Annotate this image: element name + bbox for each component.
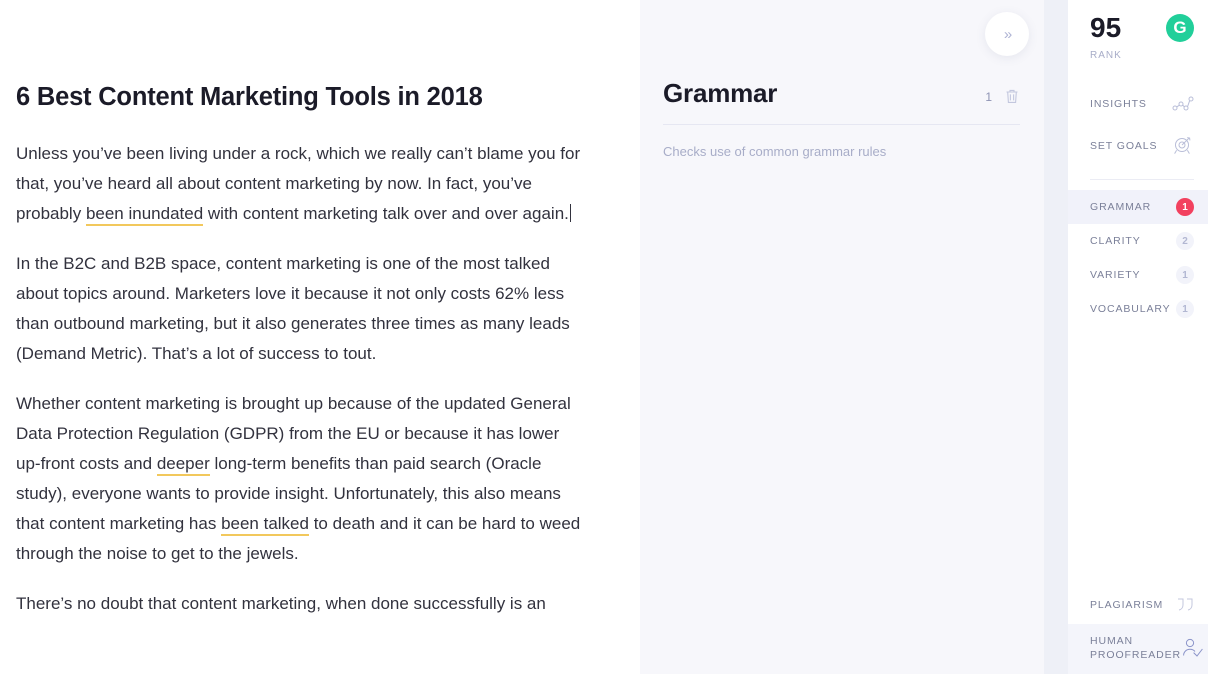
sidebar-item-vocabulary[interactable]: VOCABULARY 1 [1068,292,1208,326]
logo-letter: G [1173,18,1187,37]
sidebar-item-label: PLAGIARISM [1090,599,1164,611]
sidebar-item-set-goals[interactable]: SET GOALS [1068,125,1208,167]
category-issue-count: 1 [985,89,992,104]
paragraph-2: In the B2C and B2B space, content market… [16,253,570,363]
status-badge: 1 [1176,266,1194,284]
category-header: Grammar 1 Checks use of common grammar r… [663,78,1020,159]
double-chevron-right-icon: » [1003,25,1012,43]
target-icon [1172,136,1194,156]
sidebar-item-insights[interactable]: INSIGHTS [1068,83,1208,125]
grammarly-logo-icon[interactable]: G [1166,14,1194,42]
paragraph-4: There’s no doubt that content marketing,… [16,593,546,613]
sidebar-item-clarity[interactable]: CLARITY 2 [1068,224,1208,258]
assistant-panel: » Grammar 1 Checks use of common grammar… [640,0,1044,674]
paragraph-3: Whether content marketing is brought up … [16,389,588,569]
score-value: 95 [1090,12,1122,43]
sidebar-item-label: SET GOALS [1090,140,1158,152]
sidebar-item-label: VARIETY [1090,269,1141,281]
sidebar-item-grammar[interactable]: GRAMMAR 1 [1068,190,1208,224]
text-caret [569,203,571,222]
sidebar-item-human-proofreader[interactable]: HUMAN PROOFREADER [1068,624,1208,674]
sidebar-item-label: CLARITY [1090,235,1141,247]
grammar-highlight-been-inundated[interactable]: been inundated [85,203,204,226]
document-editor[interactable]: 6 Best Content Marketing Tools in 2018 U… [0,0,640,674]
document-title: 6 Best Content Marketing Tools in 2018 [16,83,483,111]
score-section: 95 RANK G [1068,0,1208,61]
status-badge: 2 [1176,232,1194,250]
category-list: GRAMMAR 1 CLARITY 2 VARIETY 1 VOCABULARY… [1068,190,1208,326]
sidebar-item-label-line2: PROOFREADER [1090,649,1181,661]
right-sidebar: 95 RANK G INSIGHTS SET GOALS GRAMMAR 1 C… [1068,0,1208,674]
status-badge: 1 [1176,300,1194,318]
quote-icon [1176,597,1196,613]
trash-icon [1004,88,1020,105]
user-check-icon [1181,637,1205,659]
paragraph-1: Unless you’ve been living under a rock, … [16,139,588,229]
grammar-highlight-deeper[interactable]: deeper [156,453,210,476]
sidebar-item-variety[interactable]: VARIETY 1 [1068,258,1208,292]
paragraph-1-text-b: with content marketing talk over and ove… [203,203,569,223]
sidebar-item-label-line1: HUMAN [1090,635,1133,647]
grammar-highlight-been-talked[interactable]: been talked [221,513,309,536]
dismiss-all-button[interactable] [1004,88,1020,105]
category-description: Checks use of common grammar rules [663,144,887,159]
insights-icon [1172,95,1194,113]
category-title: Grammar [663,78,778,108]
sidebar-item-label: GRAMMAR [1090,201,1152,213]
sidebar-item-plagiarism[interactable]: PLAGIARISM [1068,586,1208,624]
score-label: RANK [1090,50,1122,61]
sidebar-bottom-section: PLAGIARISM HUMAN PROOFREADER [1068,586,1208,674]
sidebar-divider [1090,179,1194,180]
status-badge: 1 [1176,198,1194,216]
grammarly-editor-app: 6 Best Content Marketing Tools in 2018 U… [0,0,1208,674]
sidebar-item-label: VOCABULARY [1090,303,1171,315]
header-divider [663,124,1020,125]
panel-gutter [1044,0,1068,674]
collapse-panel-button[interactable]: » [985,12,1029,56]
sidebar-item-label: INSIGHTS [1090,98,1147,110]
